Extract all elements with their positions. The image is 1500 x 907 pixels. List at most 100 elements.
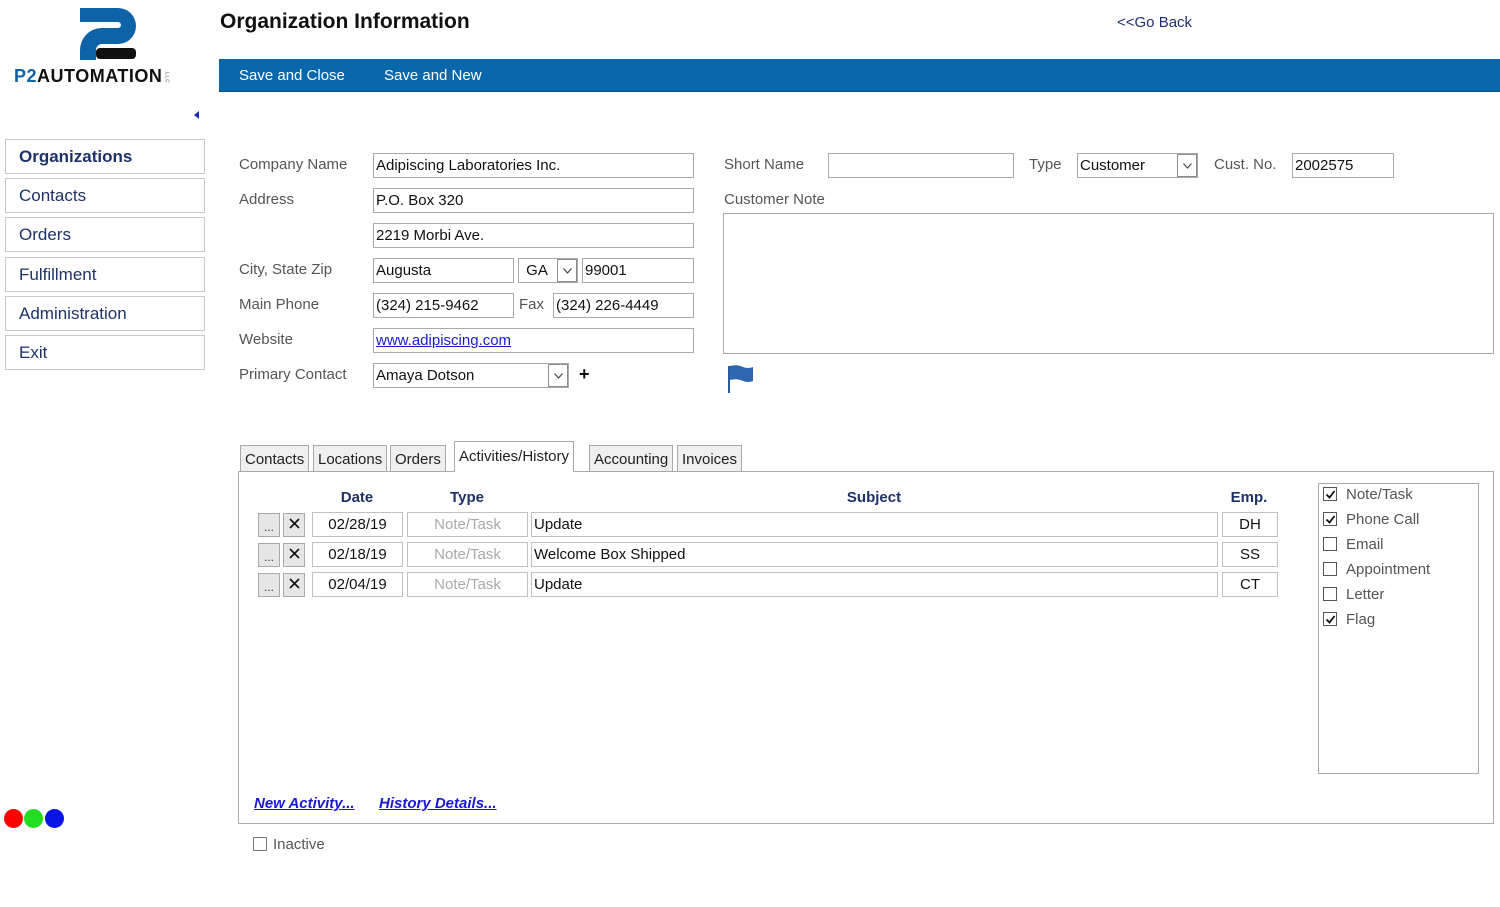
logo-suffix: LLC <box>163 71 170 83</box>
filter-appointment[interactable]: Appointment <box>1323 561 1430 578</box>
fax-input[interactable]: (324) 226-4449 <box>553 293 694 318</box>
activity-subject[interactable]: Welcome Box Shipped <box>531 542 1218 567</box>
filter-note-task[interactable]: Note/Task <box>1323 486 1413 503</box>
company-name-input[interactable]: Adipiscing Laboratories Inc. <box>373 153 694 178</box>
filter-checkbox[interactable] <box>1323 537 1337 551</box>
customer-note-label: Customer Note <box>724 191 825 208</box>
activity-emp[interactable]: CT <box>1222 572 1278 597</box>
address-label: Address <box>239 191 295 208</box>
filter-label: Appointment <box>1346 561 1431 578</box>
sidebar-item-exit[interactable]: Exit <box>5 335 205 370</box>
state-dropdown-button[interactable] <box>557 259 577 282</box>
tab-locations[interactable]: Locations <box>313 445 388 471</box>
activity-type[interactable]: Note/Task <box>407 542 528 567</box>
main-phone-input[interactable]: (324) 215-9462 <box>373 293 514 318</box>
sidebar-item-fulfillment[interactable]: Fulfillment <box>5 257 205 292</box>
checkmark-icon <box>1325 490 1336 499</box>
website-link[interactable]: www.adipiscing.com <box>376 332 511 349</box>
tab-orders[interactable]: Orders <box>390 445 446 471</box>
save-and-close-button[interactable]: Save and Close <box>239 67 345 84</box>
filter-phone-call[interactable]: Phone Call <box>1323 511 1419 528</box>
color-dot-green[interactable] <box>24 809 43 828</box>
zip-input[interactable]: 99001 <box>582 258 694 283</box>
sidebar-item-orders[interactable]: Orders <box>5 217 205 252</box>
filter-checkbox[interactable] <box>1323 562 1337 576</box>
filter-label: Email <box>1346 536 1384 553</box>
customer-note-textarea[interactable] <box>723 213 1494 354</box>
type-label: Type <box>1029 156 1062 173</box>
chevron-down-icon <box>554 373 563 379</box>
filter-checkbox[interactable] <box>1323 512 1337 526</box>
logo-word: AUTOMATION <box>37 66 163 86</box>
collapse-sidebar-icon[interactable] <box>194 111 199 119</box>
delete-activity-button[interactable] <box>283 573 305 597</box>
filter-label: Letter <box>1346 586 1385 603</box>
activity-details-button[interactable]: ... <box>258 573 280 597</box>
column-header-date: Date <box>340 489 374 506</box>
activity-subject[interactable]: Update <box>531 572 1218 597</box>
activity-type[interactable]: Note/Task <box>407 572 528 597</box>
logo-prefix: P2 <box>14 66 38 86</box>
add-contact-button[interactable]: + <box>579 364 590 385</box>
delete-activity-button[interactable] <box>283 543 305 567</box>
filter-checkbox[interactable] <box>1323 587 1337 601</box>
toolbar: Save and Close Save and New <box>219 59 1500 92</box>
checkmark-icon <box>1325 615 1336 624</box>
new-activity-link[interactable]: New Activity... <box>254 795 355 812</box>
tab-activities-history[interactable]: Activities/History <box>454 441 575 472</box>
website-field: www.adipiscing.com <box>373 328 694 353</box>
activity-date[interactable]: 02/04/19 <box>312 572 403 597</box>
filter-label: Phone Call <box>1346 511 1420 528</box>
chevron-down-icon <box>1183 163 1192 169</box>
history-details-link[interactable]: History Details... <box>379 795 497 812</box>
cust-no-input[interactable]: 2002575 <box>1292 153 1394 178</box>
flag-icon[interactable] <box>727 364 755 394</box>
save-and-new-button[interactable]: Save and New <box>384 67 482 84</box>
close-icon <box>289 548 300 559</box>
fax-label: Fax <box>519 296 545 313</box>
sidebar-item-administration[interactable]: Administration <box>5 296 205 331</box>
company-name-label: Company Name <box>239 156 348 173</box>
primary-contact-select[interactable]: Amaya Dotson <box>373 363 569 388</box>
address-line2-input[interactable]: 2219 Morbi Ave. <box>373 223 694 248</box>
sidebar-item-organizations[interactable]: Organizations <box>5 139 205 174</box>
activity-emp[interactable]: DH <box>1222 512 1278 537</box>
activity-details-button[interactable]: ... <box>258 513 280 537</box>
inactive-checkbox[interactable] <box>253 837 267 851</box>
activity-date[interactable]: 02/28/19 <box>312 512 403 537</box>
logo-text: P2AUTOMATIONLLC <box>14 66 169 87</box>
activity-date[interactable]: 02/18/19 <box>312 542 403 567</box>
address-line1-input[interactable]: P.O. Box 320 <box>373 188 694 213</box>
page-title: Organization Information <box>220 10 470 33</box>
main-phone-label: Main Phone <box>239 296 320 313</box>
short-name-input[interactable] <box>828 153 1014 178</box>
delete-activity-button[interactable] <box>283 513 305 537</box>
filter-checkbox[interactable] <box>1323 487 1337 501</box>
tab-invoices[interactable]: Invoices <box>677 445 743 471</box>
activity-type[interactable]: Note/Task <box>407 512 528 537</box>
filter-flag[interactable]: Flag <box>1323 611 1375 628</box>
short-name-label: Short Name <box>724 156 805 173</box>
filter-email[interactable]: Email <box>1323 536 1384 553</box>
sidebar-item-contacts[interactable]: Contacts <box>5 178 205 213</box>
primary-contact-dropdown-button[interactable] <box>548 364 568 387</box>
primary-contact-label: Primary Contact <box>239 366 347 383</box>
color-dot-blue[interactable] <box>45 809 64 828</box>
column-header-emp: Emp. <box>1230 489 1268 506</box>
tab-accounting[interactable]: Accounting <box>589 445 674 471</box>
filter-checkbox[interactable] <box>1323 612 1337 626</box>
filter-label: Flag <box>1346 611 1376 628</box>
type-dropdown-button[interactable] <box>1177 154 1197 177</box>
activity-subject[interactable]: Update <box>531 512 1218 537</box>
activity-emp[interactable]: SS <box>1222 542 1278 567</box>
filter-letter[interactable]: Letter <box>1323 586 1384 603</box>
inactive-checkbox-row[interactable]: Inactive <box>253 836 325 853</box>
go-back-link[interactable]: <<Go Back <box>1117 14 1192 31</box>
tab-contacts[interactable]: Contacts <box>240 445 310 471</box>
color-dot-red[interactable] <box>4 809 23 828</box>
activity-details-button[interactable]: ... <box>258 543 280 567</box>
column-header-type: Type <box>450 489 484 506</box>
column-header-subject: Subject <box>846 489 902 506</box>
close-icon <box>289 578 300 589</box>
city-input[interactable]: Augusta <box>373 258 514 283</box>
